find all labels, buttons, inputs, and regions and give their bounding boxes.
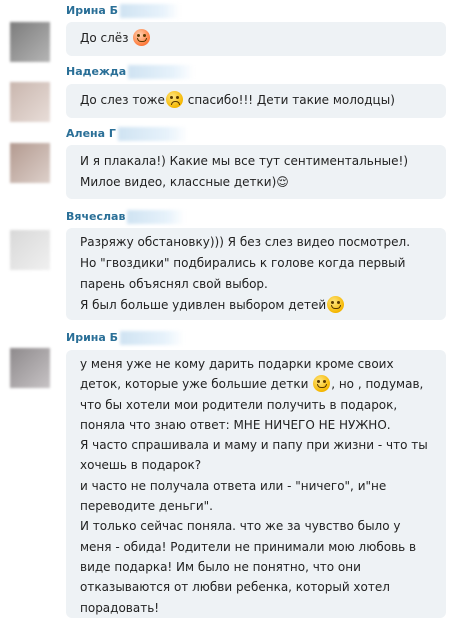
avatar[interactable] <box>10 22 50 62</box>
comment-text: , но , подумав, <box>331 377 424 392</box>
comment-text-line: переводите деньги". <box>80 496 432 516</box>
comment-text-line: меня - обида! Родители не принимали мою … <box>80 537 432 557</box>
comment-text: И только сейчас поняла. что же за чувств… <box>80 519 401 534</box>
author-name[interactable]: Вячеслав <box>66 210 186 224</box>
comment-text: поняла что знаю ответ: МНЕ НИЧЕГО НЕ НУЖ… <box>80 417 391 432</box>
comment-text: Я часто спрашивала и маму и папу при жиз… <box>80 438 428 453</box>
comment-text-line: парень объяснял свой выбор. <box>80 274 432 295</box>
comment-text-line: порадовать! <box>80 598 432 618</box>
author-name[interactable]: Ирина Б <box>66 331 185 345</box>
comment-bubble: И я плакала!) Какие мы все тут сентимент… <box>66 145 446 199</box>
comment-text: что бы хотели мои родители получить в по… <box>80 397 398 412</box>
comment-text-line: что бы хотели мои родители получить в по… <box>80 395 432 415</box>
avatar[interactable] <box>10 348 50 388</box>
comment-bubble: Разряжу обстановку))) Я без слез видео п… <box>66 228 446 320</box>
comment-text: Разряжу обстановку))) Я без слез видео п… <box>80 235 411 249</box>
comment-bubble: у меня уже не кому дарить подарки кроме … <box>66 350 446 618</box>
avatar[interactable] <box>10 143 50 183</box>
comment-text: и часто не получала ответа или - "ничего… <box>80 478 387 493</box>
comment-text: спасибо!!! Дети такие молодцы) <box>183 93 395 107</box>
comment-text-line: у меня уже не кому дарить подарки кроме … <box>80 354 432 374</box>
author-name[interactable]: Ирина Б <box>66 4 181 18</box>
author-name-text[interactable]: Ирина Б <box>66 4 118 17</box>
comment-text: переводите деньги". <box>80 499 213 514</box>
comment-text: И я плакала!) Какие мы все тут сентимент… <box>80 154 409 168</box>
comment-text-line: Я был больше удивлен выбором детей <box>80 295 432 316</box>
comment-text: Милое видео, классные детки)😌 <box>80 175 289 189</box>
redacted-name-part <box>128 65 195 79</box>
comment-text-line: деток, которые уже большие детки , но , … <box>80 374 432 394</box>
sad-emoji-icon <box>165 91 183 108</box>
comment-bubble: До слез тоже спасибо!!! Дети такие молод… <box>66 84 446 118</box>
kiss-emoji-icon <box>133 29 151 46</box>
comment-text: Но "гвоздики" подбирались к голове когда… <box>80 256 406 270</box>
comment-text: парень объяснял свой выбор. <box>80 277 268 291</box>
author-name-text[interactable]: Алена Г <box>66 127 116 140</box>
author-name-text[interactable]: Надежда <box>66 65 126 78</box>
comment-text-line: Но "гвоздики" подбирались к голове когда… <box>80 253 432 274</box>
smile-emoji-icon <box>313 375 331 393</box>
redacted-name-part <box>117 127 188 141</box>
comment-bubble: До слёз <box>66 22 446 56</box>
comment-text-line: виде подарка! Им было не понятно, что он… <box>80 557 432 577</box>
comment-text-line: И только сейчас поняла. что же за чувств… <box>80 516 432 536</box>
comment-text: До слез тоже <box>80 93 165 107</box>
comment-text: у меня уже не кому дарить подарки кроме … <box>80 357 394 371</box>
comment-text: деток, которые уже большие детки <box>80 377 313 392</box>
redacted-name-part <box>120 331 185 345</box>
redacted-name-part <box>127 210 186 224</box>
comment-text-line: До слез тоже спасибо!!! Дети такие молод… <box>80 90 432 111</box>
author-name-text[interactable]: Вячеслав <box>66 210 125 223</box>
comment-text-line: поняла что знаю ответ: МНЕ НИЧЕГО НЕ НУЖ… <box>80 415 432 435</box>
comment-text: До слёз <box>80 31 133 45</box>
comment-text-line: И я плакала!) Какие мы все тут сентимент… <box>80 151 432 172</box>
comment-text: порадовать! <box>80 600 160 615</box>
comment-text-line: отказываются от любви ребенка, который х… <box>80 577 432 597</box>
avatar[interactable] <box>10 82 50 122</box>
smile-emoji-icon <box>327 296 345 313</box>
comment-text-line: До слёз <box>80 28 432 49</box>
redacted-name-part <box>120 4 181 18</box>
comment-text-line: Разряжу обстановку))) Я без слез видео п… <box>80 232 432 253</box>
comment-text-line: Я часто спрашивала и маму и папу при жиз… <box>80 435 432 455</box>
comment-text: виде подарка! Им было не понятно, что он… <box>80 559 361 574</box>
author-name[interactable]: Алена Г <box>66 127 188 141</box>
avatar[interactable] <box>10 230 50 270</box>
comment-text: меня - обида! Родители не принимали мою … <box>80 539 417 554</box>
comment-text-line: и часто не получала ответа или - "ничего… <box>80 476 432 496</box>
comment-text-line: хочешь в подарок? <box>80 455 432 475</box>
comment-text: отказываются от любви ребенка, который х… <box>80 580 390 595</box>
author-name[interactable]: Надежда <box>66 65 195 79</box>
author-name-text[interactable]: Ирина Б <box>66 331 118 344</box>
comment-text: Я был больше удивлен выбором детей <box>80 298 327 312</box>
comment-text: хочешь в подарок? <box>80 458 202 473</box>
comment-text-line: Милое видео, классные детки)😌 <box>80 172 432 193</box>
